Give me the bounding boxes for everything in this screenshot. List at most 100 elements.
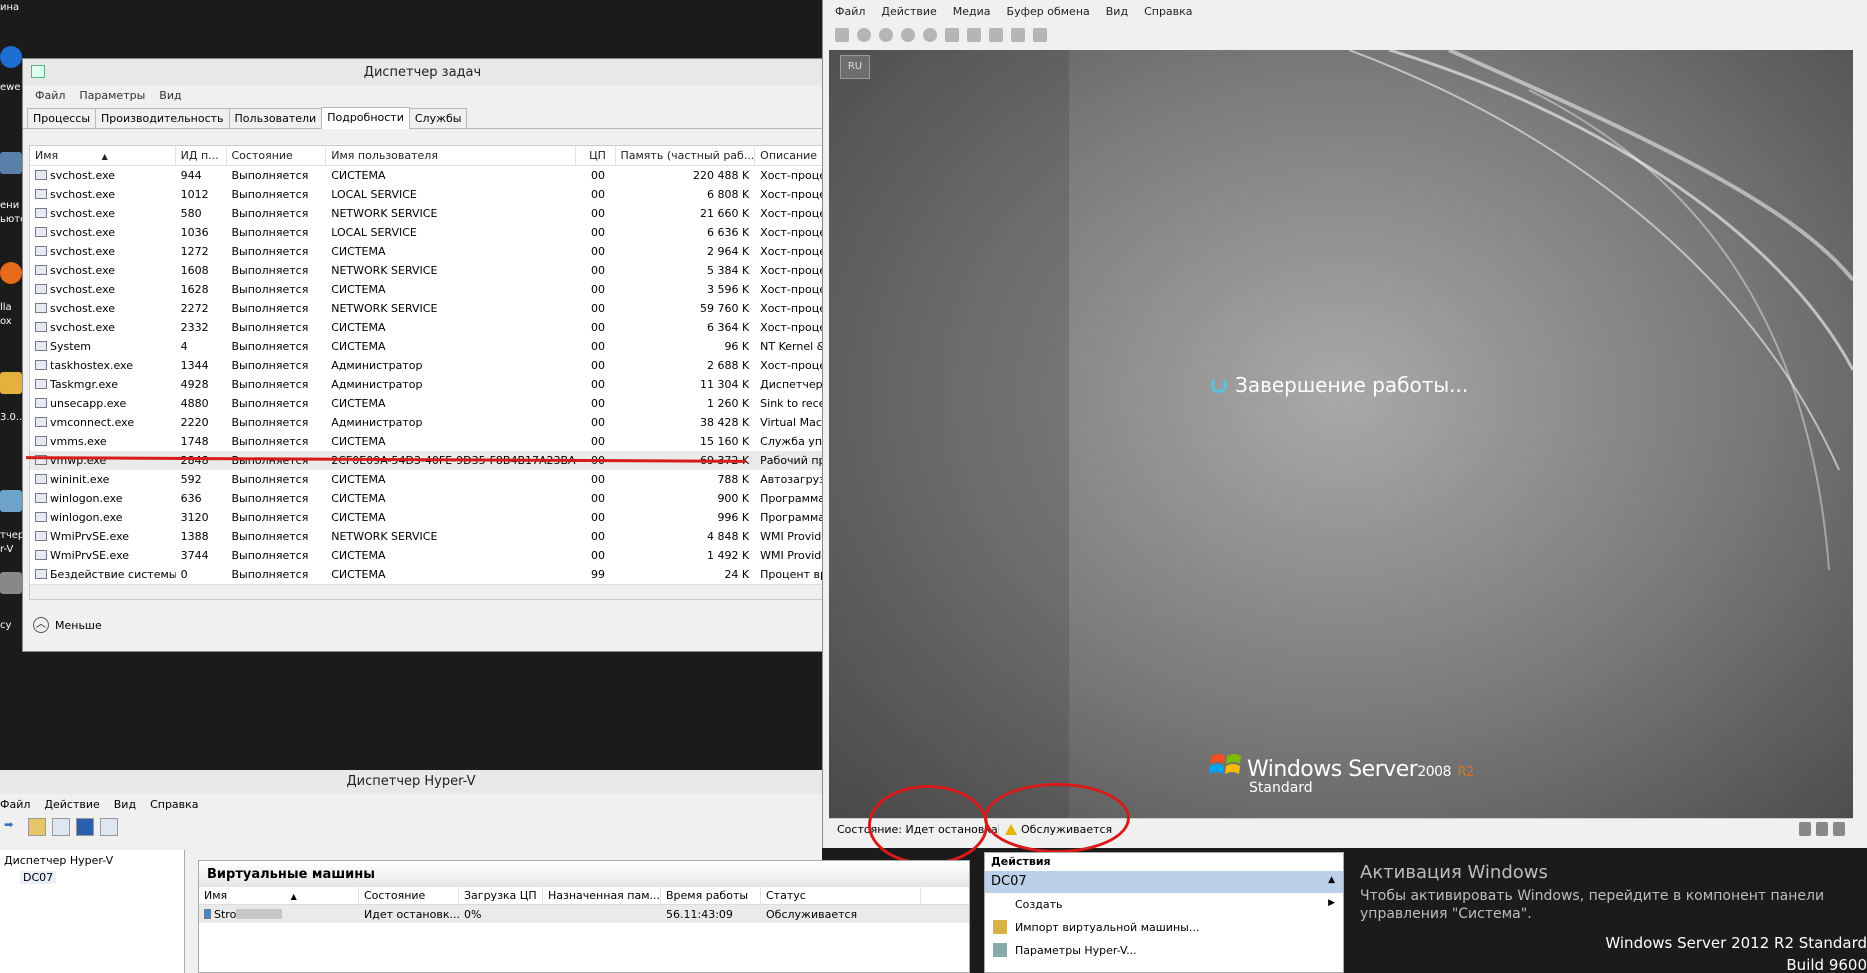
- menu-file[interactable]: Файл: [35, 89, 65, 102]
- table-row[interactable]: svchost.exe 2332 Выполняется СИСТЕМА 00 6 364…: [30, 318, 823, 337]
- table-row[interactable]: Бездействие системы 0 Выполняется СИСТЕМА 99…: [30, 565, 823, 584]
- table-row[interactable]: svchost.exe 580 Выполняется NETWORK SERVICE…: [30, 204, 823, 223]
- table-row[interactable]: vmconnect.exe 2220 Выполняется Администрато…: [30, 413, 823, 432]
- table-row[interactable]: svchost.exe 1036 Выполняется LOCAL SERVICE 0…: [30, 223, 823, 242]
- help-icon[interactable]: [76, 818, 94, 836]
- col-cpu[interactable]: ЦП: [576, 146, 616, 165]
- server-icon[interactable]: [0, 572, 22, 594]
- col-state[interactable]: Состояние: [227, 146, 327, 165]
- show-hide-icon[interactable]: [52, 818, 70, 836]
- tree-root[interactable]: Диспетчер Hyper-V: [4, 854, 184, 867]
- actions-dc07[interactable]: DC07: [985, 871, 1343, 893]
- shutdown-icon[interactable]: [901, 28, 915, 42]
- revert-icon[interactable]: [1011, 28, 1025, 42]
- table-row[interactable]: wininit.exe 592 Выполняется СИСТЕМА 00 788 K А…: [30, 470, 823, 489]
- vm-menu-help[interactable]: Справка: [1144, 5, 1192, 18]
- forward-icon[interactable]: ➡: [4, 818, 22, 836]
- tab-users[interactable]: Пользователи: [228, 108, 323, 128]
- hyperv-titlebar[interactable]: Диспетчер Hyper-V: [0, 770, 822, 794]
- table-row[interactable]: Taskmgr.exe 4928 Выполняется Администратор 0…: [30, 375, 823, 394]
- turn-off-icon[interactable]: [879, 28, 893, 42]
- start-icon[interactable]: [857, 28, 871, 42]
- pause-icon[interactable]: [945, 28, 959, 42]
- col-memory[interactable]: Память (частный раб...: [616, 146, 756, 165]
- proc-pid: 1036: [180, 226, 209, 239]
- proc-user: СИСТЕМА: [331, 492, 386, 505]
- table-row[interactable]: winlogon.exe 3120 Выполняется СИСТЕМА 00 996 …: [30, 508, 823, 527]
- computer-icon[interactable]: [0, 152, 22, 174]
- vm-row[interactable]: Stro Идет остановк... 0% 56.11:43:09 Обс…: [199, 905, 969, 923]
- hv-menu-action[interactable]: Действие: [44, 798, 99, 811]
- process-icon: [35, 170, 47, 180]
- integration-icon[interactable]: [1033, 28, 1047, 42]
- menu-view[interactable]: Вид: [159, 89, 181, 102]
- proc-description: Хост-процесс: [760, 359, 823, 372]
- table-row[interactable]: System 4 Выполняется СИСТЕМА 00 96 K NT Kernel…: [30, 337, 823, 356]
- vm-col-name[interactable]: Имя ▲: [199, 887, 359, 904]
- table-row[interactable]: winlogon.exe 636 Выполняется СИСТЕМА 00 900 K…: [30, 489, 823, 508]
- vm-menu-view[interactable]: Вид: [1106, 5, 1128, 18]
- language-indicator[interactable]: RU: [840, 55, 870, 79]
- tab-services[interactable]: Службы: [408, 108, 468, 128]
- folder-icon[interactable]: [0, 372, 22, 394]
- vm-col-cpu[interactable]: Загрузка ЦП: [459, 887, 543, 904]
- col-user[interactable]: Имя пользователя: [326, 146, 576, 165]
- vm-col-status[interactable]: Статус: [761, 887, 921, 904]
- table-row[interactable]: svchost.exe 1608 Выполняется NETWORK SERVIC…: [30, 261, 823, 280]
- properties-icon[interactable]: [100, 818, 118, 836]
- table-row[interactable]: svchost.exe 1628 Выполняется СИСТЕМА 00 3 596…: [30, 280, 823, 299]
- task-manager-titlebar[interactable]: Диспетчер задач: [23, 59, 822, 85]
- col-description[interactable]: Описание: [755, 146, 823, 165]
- proc-memory: 220 488 K: [692, 169, 750, 182]
- table-row[interactable]: svchost.exe 2272 Выполняется NETWORK SERVIC…: [30, 299, 823, 318]
- table-row[interactable]: svchost.exe 1012 Выполняется LOCAL SERVICE 0…: [30, 185, 823, 204]
- tab-performance[interactable]: Производительность: [95, 108, 230, 128]
- horizontal-scrollbar[interactable]: [30, 584, 823, 599]
- proc-cpu: 00: [591, 169, 606, 182]
- col-pid[interactable]: ИД п...: [176, 146, 227, 165]
- vm-state-cell: Идет остановк...: [364, 907, 459, 921]
- process-icon: [35, 265, 47, 275]
- snapshot-icon[interactable]: [989, 28, 1003, 42]
- vm-menu-action[interactable]: Действие: [881, 5, 936, 18]
- table-row[interactable]: vmms.exe 1748 Выполняется СИСТЕМА 00 15 160 K…: [30, 432, 823, 451]
- proc-user: NETWORK SERVICE: [331, 302, 438, 315]
- action-hyperv-settings[interactable]: Параметры Hyper-V...: [985, 939, 1343, 962]
- proc-state: Выполняется: [231, 359, 309, 372]
- tree-node-dc07[interactable]: DC07: [4, 871, 184, 884]
- table-row[interactable]: WmiPrvSE.exe 3744 Выполняется СИСТЕМА 00 1 49…: [30, 546, 823, 565]
- vm-menu-file[interactable]: Файл: [835, 5, 865, 18]
- teamviewer-icon[interactable]: [0, 46, 22, 68]
- hv-menu-file[interactable]: Файл: [0, 798, 30, 811]
- vm-col-uptime[interactable]: Время работы: [661, 887, 761, 904]
- resume-icon[interactable]: [967, 28, 981, 42]
- hv-menu-help[interactable]: Справка: [150, 798, 198, 811]
- hyperv-icon[interactable]: [0, 490, 22, 512]
- firefox-icon[interactable]: [0, 262, 22, 284]
- action-import-vm[interactable]: Импорт виртуальной машины...: [985, 916, 1343, 939]
- tab-processes[interactable]: Процессы: [27, 108, 97, 128]
- action-new[interactable]: Создать ▶: [985, 893, 1343, 916]
- table-row[interactable]: unsecapp.exe 4880 Выполняется СИСТЕМА 00 1 26…: [30, 394, 823, 413]
- vm-menu-media[interactable]: Медиа: [953, 5, 991, 18]
- table-row[interactable]: WmiPrvSE.exe 1388 Выполняется NETWORK SERVI…: [30, 527, 823, 546]
- vm-screen[interactable]: RU Завершение работы... Windows Server20…: [829, 50, 1853, 818]
- menu-options[interactable]: Параметры: [79, 89, 145, 102]
- proc-memory: 5 384 K: [706, 264, 750, 277]
- save-state-icon[interactable]: [923, 28, 937, 42]
- vm-menu-clipboard[interactable]: Буфер обмена: [1007, 5, 1090, 18]
- tab-details[interactable]: Подробности: [321, 107, 410, 129]
- table-row[interactable]: svchost.exe 944 Выполняется СИСТЕМА 00 220 48…: [30, 166, 823, 185]
- folder-up-icon[interactable]: [28, 818, 46, 836]
- hv-menu-view[interactable]: Вид: [114, 798, 136, 811]
- proc-cpu: 00: [591, 207, 606, 220]
- vm-col-memory[interactable]: Назначенная пам...: [543, 887, 661, 904]
- proc-pid: 1628: [180, 283, 209, 296]
- ctrl-alt-del-icon[interactable]: [835, 28, 849, 42]
- vm-col-state[interactable]: Состояние: [359, 887, 459, 904]
- proc-memory: 1 492 K: [706, 549, 750, 562]
- col-name[interactable]: Имя ▲: [30, 146, 176, 165]
- fewer-details-button[interactable]: ︿ Меньше: [33, 617, 102, 633]
- table-row[interactable]: taskhostex.exe 1344 Выполняется Администрат…: [30, 356, 823, 375]
- table-row[interactable]: svchost.exe 1272 Выполняется СИСТЕМА 00 2 964…: [30, 242, 823, 261]
